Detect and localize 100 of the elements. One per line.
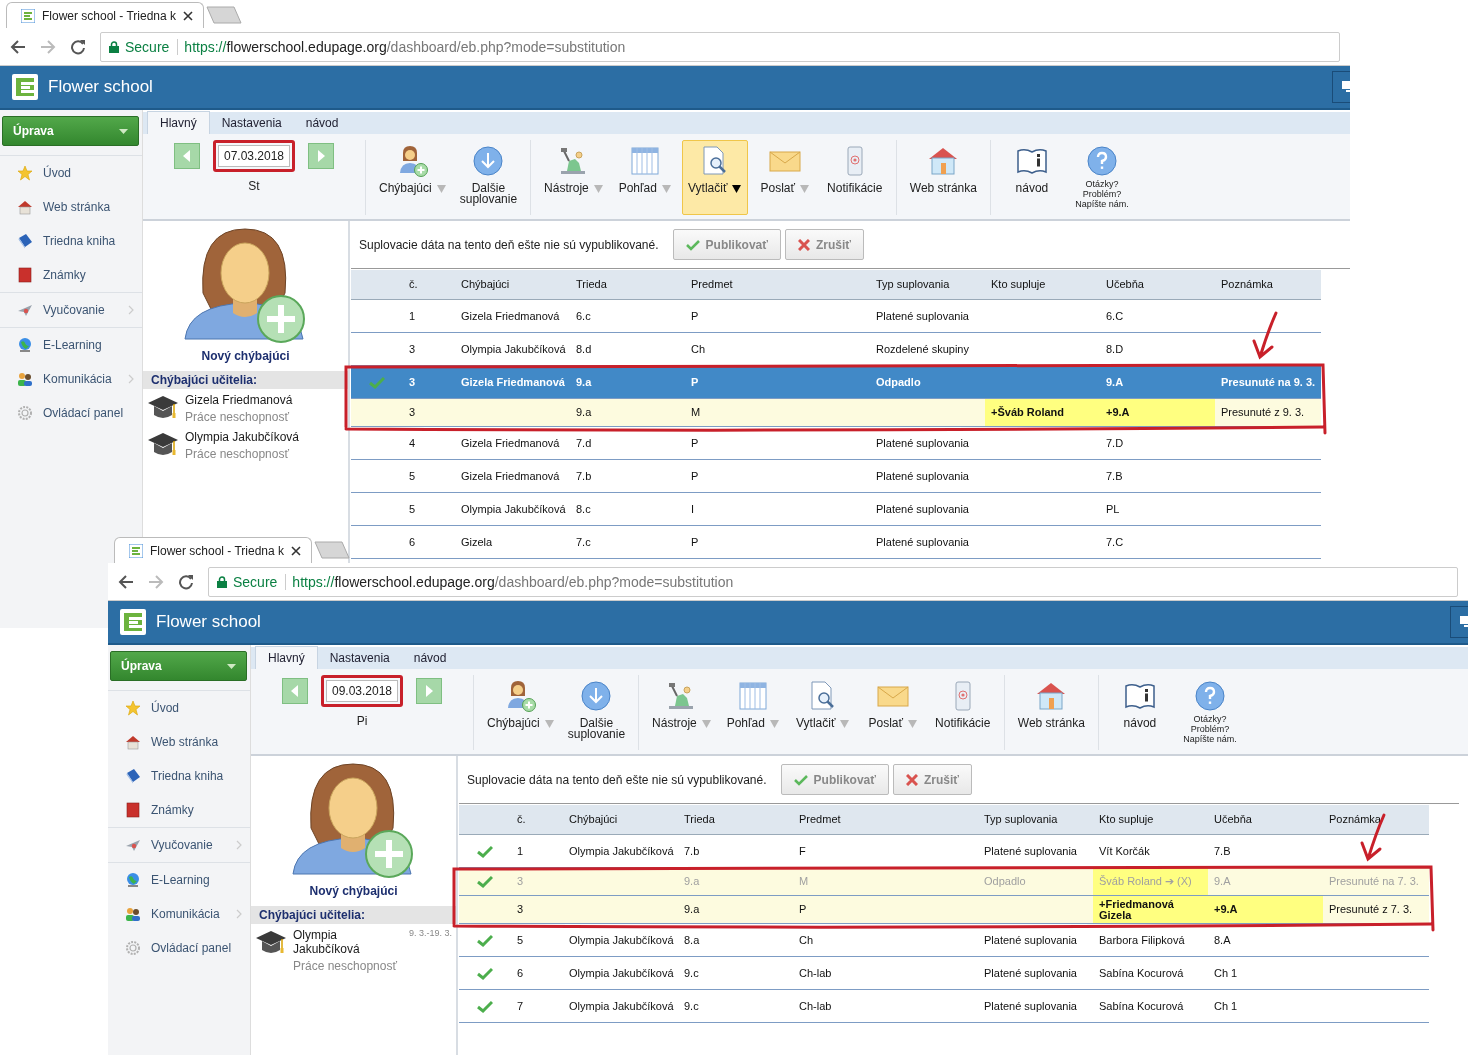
table-row[interactable]: 5 Gizela Friedmanová 7.b P Platené suplovania 7.B [351, 460, 1321, 493]
table-row[interactable]: 6 Olympia Jakubčíková 9.c Ch-lab Platené suplovania Sabína Kocurová Ch 1 [459, 957, 1429, 990]
toolbar-button[interactable]: návod [998, 140, 1065, 215]
ribbon-tab[interactable]: Hlavný [147, 111, 210, 134]
table-row[interactable]: 5 Olympia Jakubčíková 8.a Ch Platené suplovania Barbora Filipková 8.A [459, 924, 1429, 957]
teacher-name[interactable]: Olympia Jakubčíková [185, 430, 344, 444]
address-bar[interactable]: Secure https://flowerschool.edupage.org/dashboard/eb.php?mode=substitution [208, 566, 1458, 597]
button-label: Vytlačiť [796, 718, 836, 729]
url-text: https://flowerschool.edupage.org/dashboard/eb.php?mode=substitution [184, 38, 626, 55]
table-cell-text: Olympia Jakubčíková [460, 341, 567, 357]
button-label: Poslať [868, 718, 904, 729]
reload-icon[interactable] [178, 573, 194, 590]
back-icon[interactable] [10, 38, 26, 55]
toolbar-button[interactable]: Otázky? Problém? Napíšte nám. [1068, 140, 1135, 215]
caret-icon [436, 185, 446, 193]
teacher-name[interactable]: Gizela Friedmanová [185, 393, 344, 407]
toolbar-button[interactable]: Dalšie suplovanie [562, 675, 631, 750]
toolbar-button[interactable]: Notifikácie [821, 140, 888, 215]
new-absence-link[interactable]: Nový chýbajúci [251, 884, 456, 898]
sidebar-item[interactable]: E-Learning [0, 328, 142, 362]
sidebar-item[interactable]: Web stránka [0, 190, 142, 224]
toolbar-button[interactable]: Vytlačiť [789, 675, 856, 750]
table-cell-text: 1 [516, 843, 525, 859]
chevron-icon [128, 305, 134, 315]
date-field[interactable]: 09.03.2018 [326, 680, 398, 702]
toolbar-button[interactable]: Nástroje [647, 675, 716, 750]
people-icon [17, 371, 33, 387]
browser-tab[interactable]: Flower school - Triedna k [114, 537, 313, 563]
toolbar-button[interactable]: Pohľad [611, 140, 678, 215]
table-cell-text: Odpadlo [875, 374, 922, 390]
sidebar-item[interactable]: Úvod [0, 156, 142, 190]
table-cell-text: P [690, 468, 700, 484]
toolbar-button[interactable]: Web stránka [1012, 675, 1090, 750]
table-row[interactable]: 1 Gizela Friedmanová 6.c P Platené suplovania 6.C [351, 300, 1321, 333]
toolbar-button[interactable]: Notifikácie [929, 675, 996, 750]
column-header: Trieda [683, 812, 716, 827]
sidebar-item[interactable]: Známky [0, 258, 142, 292]
table-cell-text: P [690, 534, 700, 550]
close-icon[interactable] [291, 545, 302, 556]
sidebar-item[interactable]: Triedna kniha [0, 224, 142, 258]
date-field[interactable]: 07.03.2018 [218, 145, 290, 167]
toolbar-button[interactable]: návod [1106, 675, 1173, 750]
sidebar-item[interactable]: Web stránka [108, 725, 250, 759]
sidebar-item[interactable]: Komunikácia [108, 897, 250, 931]
table-row[interactable]: 4 Gizela Friedmanová 7.d P Platené suplovania 7.D [351, 427, 1321, 460]
sidebar-item[interactable]: Triedna kniha [108, 759, 250, 793]
toolbar-button[interactable]: Dalšie suplovanie [454, 140, 523, 215]
table-row[interactable]: 3 9.a P +Friedmanová Gizela +9.A Presunuté z 7. 3. [459, 896, 1429, 924]
app-logo-icon [12, 74, 38, 100]
teacher-name[interactable]: Olympia Jakubčíková [293, 928, 403, 956]
table-row[interactable]: 1 Olympia Jakubčíková 7.b F Platené suplovania Vít Korčák 7.B [459, 835, 1429, 868]
reload-icon[interactable] [70, 38, 86, 55]
table-cell-text: PL [1105, 501, 1121, 517]
address-bar[interactable]: Secure https://flowerschool.edupage.org/dashboard/eb.php?mode=substitution [100, 31, 1340, 62]
table-row[interactable]: 6 Gizela 7.c P Platené suplovania 7.C [351, 526, 1321, 559]
edit-menu-button[interactable]: Úprava [110, 651, 247, 681]
sidebar-item[interactable]: Ovládací panel [0, 396, 142, 430]
table-row[interactable]: 7 Olympia Jakubčíková 9.c Ch-lab Platené suplovania Sabína Kocurová Ch 1 [459, 990, 1429, 1023]
toolbar-button[interactable]: Nástroje [539, 140, 608, 215]
day-label: St [248, 179, 260, 193]
table-cell-text: Olympia Jakubčíková [568, 932, 675, 948]
table-cell-text: P [690, 308, 700, 324]
sidebar-item[interactable]: Vyučovanie [0, 293, 142, 327]
toolbar-button[interactable]: Chýbajúci [482, 675, 559, 750]
ribbon-tab[interactable]: Nastavenia [209, 112, 294, 134]
ribbon-tab[interactable]: Nastavenia [317, 647, 402, 669]
sidebar-item[interactable]: Známky [108, 793, 250, 827]
sidebar-item[interactable]: Vyučovanie [108, 828, 250, 862]
ribbon-tab[interactable]: Hlavný [255, 646, 318, 669]
sidebar-item[interactable]: Ovládací panel [108, 931, 250, 965]
app-logo-icon [129, 543, 143, 558]
table-cell-text: P [690, 374, 700, 390]
new-absence-link[interactable]: Nový chýbajúci [143, 349, 348, 363]
toolbar-button[interactable]: Vytlačiť [681, 140, 748, 215]
toolbar-button[interactable]: Chýbajúci [374, 140, 451, 215]
toolbar-button[interactable]: Web stránka [904, 140, 982, 215]
edit-menu-button[interactable]: Úprava [2, 116, 139, 146]
sidebar-item[interactable]: Úvod [108, 691, 250, 725]
sidebar-item[interactable]: E-Learning [108, 863, 250, 897]
table-row[interactable]: 5 Olympia Jakubčíková 8.c I Platené suplovania PL [351, 493, 1321, 526]
button-label: Dalšie suplovanie [459, 183, 518, 205]
toolbar-button[interactable]: Otázky? Problém? Napíšte nám. [1176, 675, 1243, 750]
browser-tab[interactable]: Flower school - Triedna k [6, 2, 205, 28]
table-row[interactable]: 3 Olympia Jakubčíková 8.d Ch Rozdelené skupiny 8.D [351, 333, 1321, 366]
close-icon[interactable] [183, 10, 194, 21]
table-row[interactable]: 3 Gizela Friedmanová 9.a P Odpadlo 9.A Presunuté na 9. 3. [351, 366, 1321, 399]
people-icon [125, 906, 141, 922]
table-cell-text: Platené suplovania [875, 435, 970, 451]
toolbar-button[interactable]: Pohľad [719, 675, 786, 750]
toolbar-button[interactable]: Poslať [859, 675, 926, 750]
ribbon-tab[interactable]: návod [401, 647, 459, 669]
column-header: Trieda [575, 277, 608, 292]
date-range: 9. 3.-19. 3. [408, 928, 452, 938]
table-row[interactable]: 3 9.a M +Šváb Roland +9.A Presunuté z 9. 3. [351, 399, 1321, 427]
back-icon[interactable] [118, 573, 134, 590]
ribbon-tab[interactable]: návod [293, 112, 351, 134]
table-cell-text: 3 [408, 374, 417, 390]
table-cell-text: 7.B [1213, 843, 1232, 859]
sidebar-item[interactable]: Komunikácia [0, 362, 142, 396]
toolbar-button[interactable]: Poslať [751, 140, 818, 215]
